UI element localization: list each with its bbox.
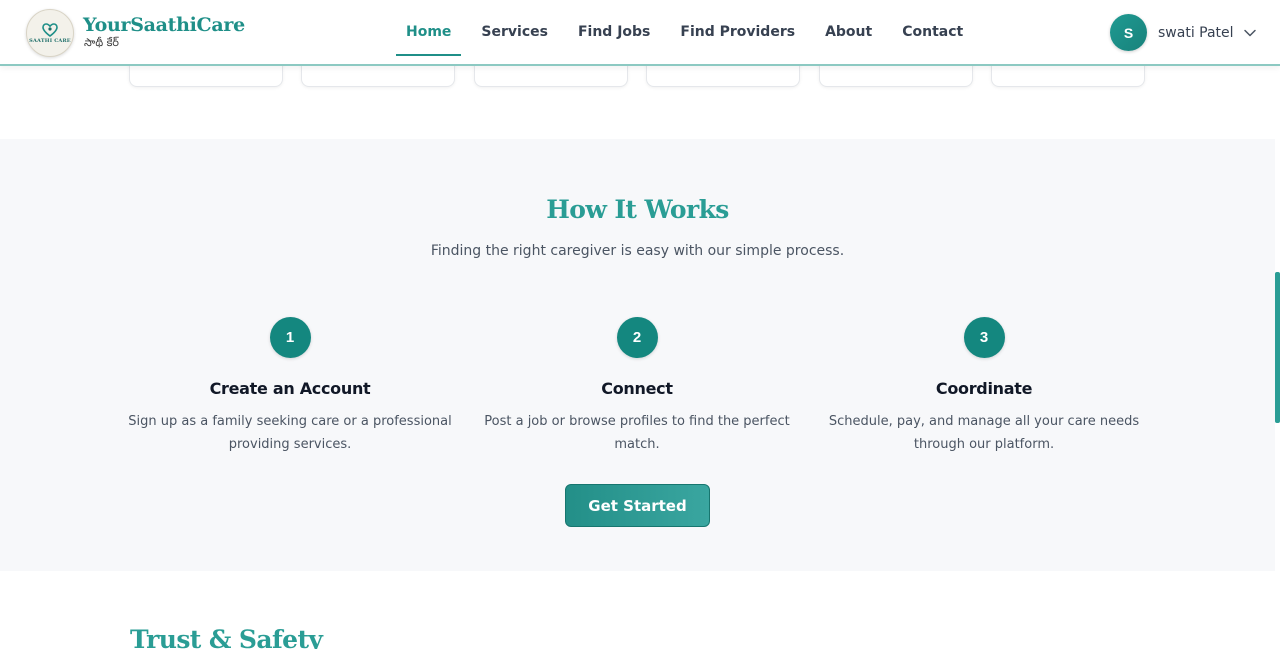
how-it-works-section: How It Works Finding the right caregiver… [0, 139, 1280, 571]
step-number: 2 [616, 317, 658, 358]
avatar[interactable]: S [1110, 14, 1147, 51]
step-description: Sign up as a family seeking care or a pr… [128, 414, 452, 452]
step-description: Schedule, pay, and manage all your care … [828, 414, 1140, 452]
get-started-button[interactable]: Get Started [565, 484, 710, 527]
trust-safety-title: Trust & Safety [130, 625, 323, 649]
step-description: Post a job or browse profiles to find th… [484, 414, 790, 452]
section-subtitle: Finding the right caregiver is easy with… [430, 243, 845, 259]
section-title: How It Works [546, 195, 729, 224]
step-title: Connect [601, 379, 673, 398]
user-menu[interactable]: S swati Patel [1110, 14, 1257, 51]
nav-about[interactable]: About [825, 18, 872, 46]
step-card: 3 Coordinate Schedule, pay, and manage a… [819, 317, 1149, 456]
user-name[interactable]: swati Patel [1158, 25, 1234, 41]
heart-icon [42, 22, 58, 37]
brand-logo[interactable]: SAATHI CARE [26, 9, 74, 57]
nav-home[interactable]: Home [396, 18, 462, 56]
nav-find-providers[interactable]: Find Providers [680, 18, 795, 46]
brand-tagline: సాథీ కేర్ [84, 36, 119, 49]
scrollbar-thumb[interactable] [1275, 272, 1280, 423]
step-title: Coordinate [935, 379, 1033, 398]
step-card: 2 Connect Post a job or browse profiles … [472, 317, 802, 456]
step-title: Create an Account [209, 379, 371, 398]
site-header: SAATHI CARE YourSaathiCare సాథీ కేర్ Hom… [0, 0, 1280, 66]
brand-name[interactable]: YourSaathiCare [83, 14, 245, 36]
step-number: 1 [269, 317, 311, 358]
main-nav: Home Services Find Jobs Find Providers A… [396, 0, 993, 64]
scrollbar[interactable] [1275, 0, 1280, 649]
step-card: 1 Create an Account Sign up as a family … [125, 317, 455, 456]
nav-find-jobs[interactable]: Find Jobs [578, 18, 650, 46]
chevron-down-icon[interactable] [1243, 26, 1257, 40]
nav-contact[interactable]: Contact [902, 18, 963, 46]
logo-text: SAATHI CARE [29, 37, 71, 44]
step-number: 3 [963, 317, 1005, 358]
nav-services[interactable]: Services [481, 18, 548, 46]
